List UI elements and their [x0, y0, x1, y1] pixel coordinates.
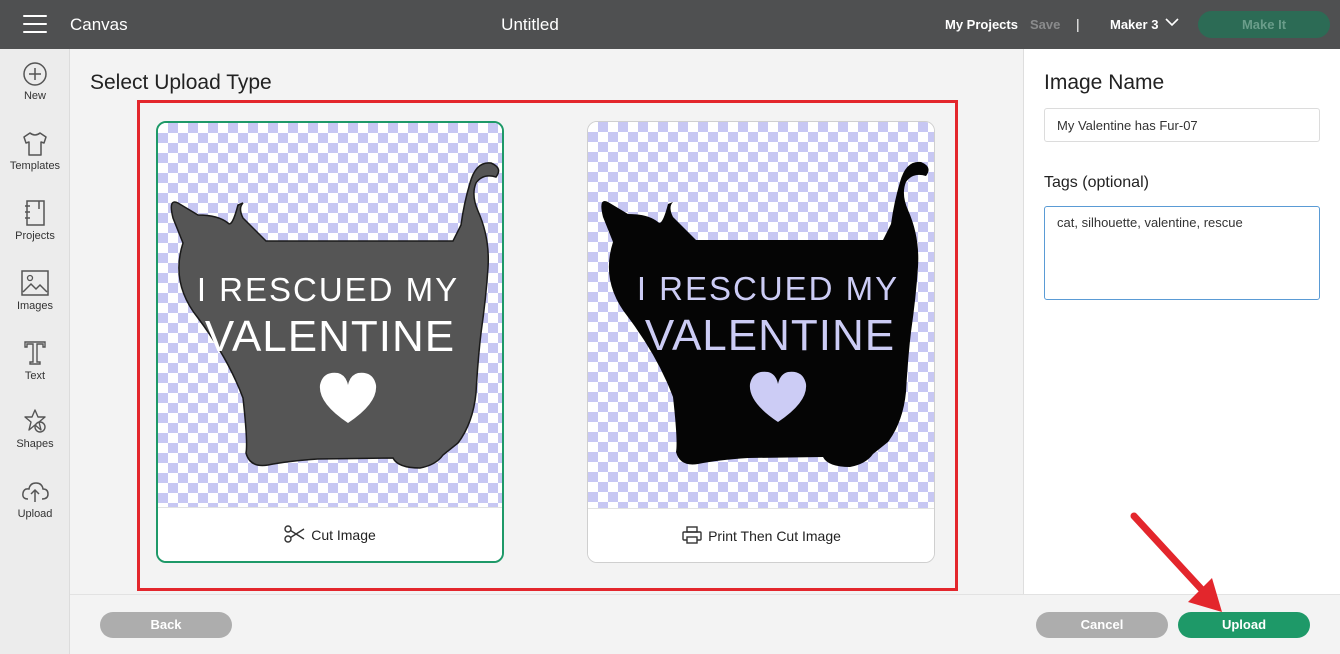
card-label: Cut Image	[311, 527, 376, 543]
card-footer: Print Then Cut Image	[588, 508, 934, 562]
shapes-icon	[24, 409, 46, 433]
artwork-line-2: VALENTINE	[205, 312, 455, 361]
sidebar-item-shapes[interactable]: Shapes	[0, 407, 70, 467]
back-button[interactable]: Back	[100, 612, 232, 638]
machine-selector[interactable]: Maker 3	[1110, 17, 1158, 32]
image-name-heading: Image Name	[1044, 71, 1165, 94]
annotation-arrow	[1130, 512, 1222, 612]
card-label: Print Then Cut Image	[708, 528, 841, 544]
image-preview: I RESCUED MY VALENTINE	[588, 122, 934, 510]
document-title[interactable]: Untitled	[0, 15, 1060, 35]
chevron-down-icon[interactable]	[1164, 15, 1180, 29]
plus-circle-icon	[23, 62, 47, 86]
text-icon	[24, 341, 46, 365]
print-then-cut-card[interactable]: I RESCUED MY VALENTINE Print Then Cut Im…	[587, 121, 935, 563]
cloud-upload-icon	[22, 482, 49, 502]
make-it-button[interactable]: Make It	[1198, 11, 1330, 38]
sidebar-item-label: Projects	[15, 230, 55, 242]
printer-icon	[682, 526, 702, 544]
top-bar: Canvas Untitled My Projects Save | Maker…	[0, 0, 1340, 49]
sidebar-item-upload[interactable]: Upload	[0, 479, 70, 539]
sidebar-item-label: Templates	[9, 160, 61, 172]
sidebar-item-label: Text	[24, 370, 46, 382]
scissors-icon	[284, 525, 305, 543]
page-title: Select Upload Type	[90, 71, 272, 94]
sidebar-item-new[interactable]: New	[0, 61, 70, 121]
card-footer: Cut Image	[158, 507, 502, 561]
separator: |	[1076, 16, 1080, 32]
image-preview: I RESCUED MY VALENTINE	[158, 123, 502, 511]
sidebar-item-projects[interactable]: Projects	[0, 199, 70, 259]
sidebar-item-templates[interactable]: Templates	[0, 131, 70, 191]
sidebar-item-label: Images	[16, 300, 54, 312]
image-name-input[interactable]	[1044, 108, 1320, 142]
sidebar-item-label: Shapes	[16, 438, 54, 450]
image-icon	[21, 270, 49, 296]
my-projects-link[interactable]: My Projects	[945, 17, 1018, 32]
sidebar-item-text[interactable]: Text	[0, 339, 70, 399]
sidebar-item-label: New	[23, 90, 46, 102]
notebook-icon	[25, 200, 45, 226]
tags-label: Tags (optional)	[1044, 174, 1149, 191]
tshirt-icon	[23, 132, 47, 156]
sidebar-item-images[interactable]: Images	[0, 269, 70, 329]
artwork-line-1: I RESCUED MY	[197, 271, 459, 308]
sidebar-item-label: Upload	[17, 508, 53, 520]
tags-input[interactable]: cat, silhouette, valentine, rescue	[1044, 206, 1320, 300]
save-button[interactable]: Save	[1030, 17, 1060, 32]
left-sidebar: New Templates Projects Images Text Shape…	[0, 49, 70, 654]
artwork-line-2: VALENTINE	[645, 311, 895, 360]
cut-image-card[interactable]: I RESCUED MY VALENTINE Cut Image	[156, 121, 504, 563]
artwork-line-1: I RESCUED MY	[637, 270, 899, 307]
